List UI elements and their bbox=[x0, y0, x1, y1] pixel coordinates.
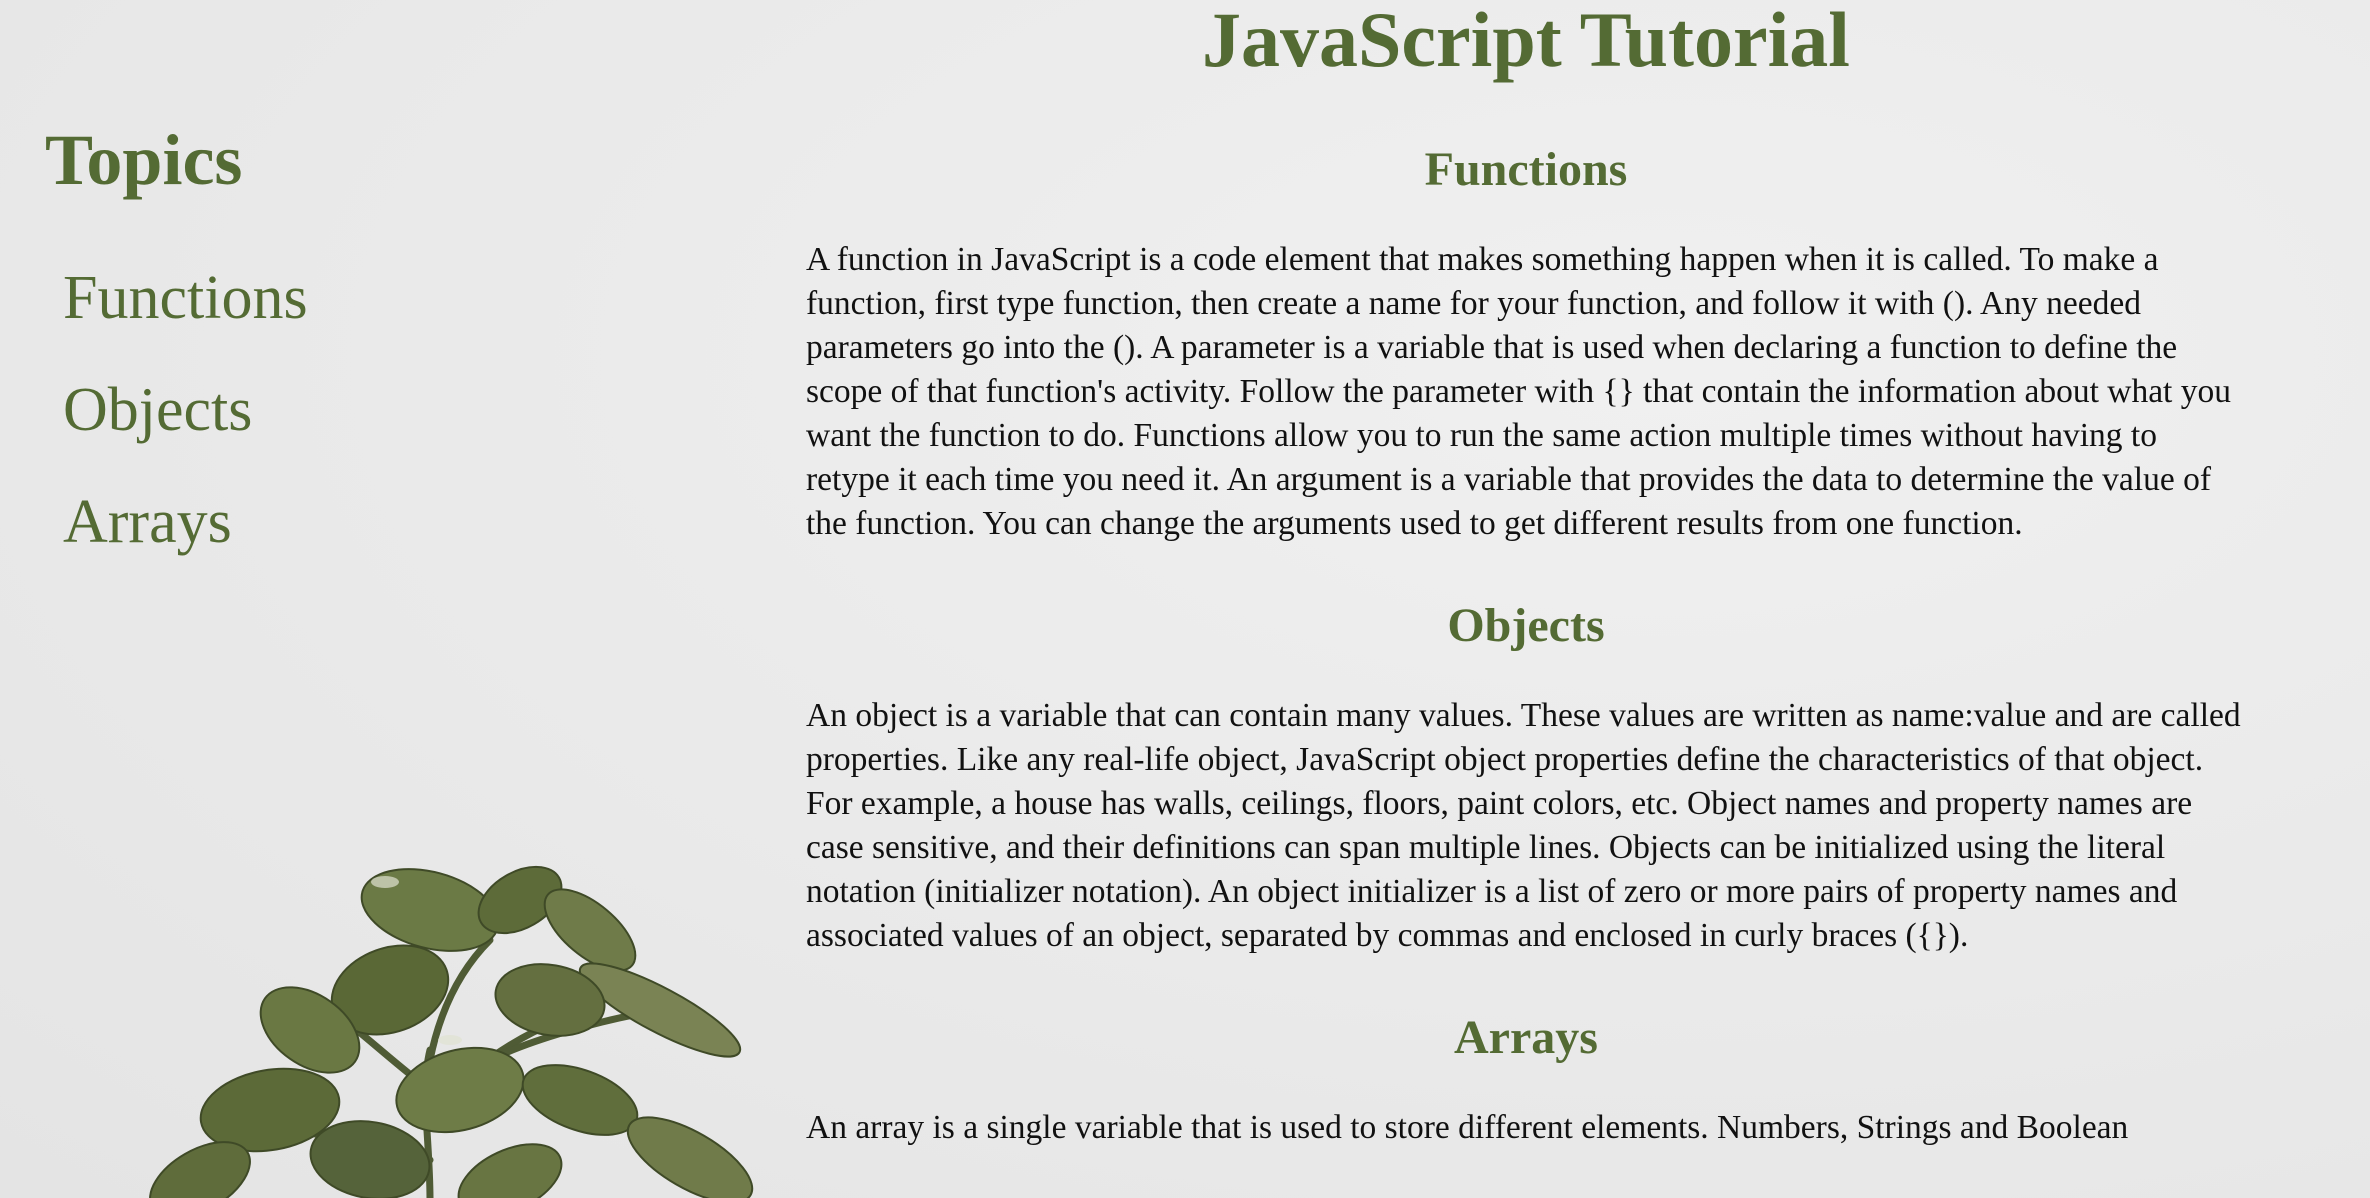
section-objects: Objects An object is a variable that can… bbox=[806, 586, 2246, 958]
sidebar-item-functions: Functions bbox=[45, 242, 745, 354]
sidebar-item-objects: Objects bbox=[45, 354, 745, 466]
section-text-objects: An object is a variable that can contain… bbox=[806, 697, 2241, 954]
sidebar-link-functions[interactable]: Functions bbox=[63, 242, 308, 354]
section-functions: Functions A function in JavaScript is a … bbox=[806, 130, 2246, 546]
page: JavaScript Tutorial Topics Functions Obj… bbox=[0, 0, 2370, 1198]
sidebar: Topics Functions Objects Arrays bbox=[45, 115, 745, 578]
sidebar-list: Functions Objects Arrays bbox=[45, 242, 745, 578]
section-title-arrays: Arrays bbox=[1454, 1011, 1598, 1064]
sidebar-item-arrays: Arrays bbox=[45, 466, 745, 578]
page-title: JavaScript Tutorial bbox=[1202, 0, 1850, 83]
section-text-arrays: An array is a single variable that is us… bbox=[806, 1109, 2129, 1146]
sidebar-link-arrays[interactable]: Arrays bbox=[63, 466, 232, 578]
plant-image bbox=[149, 865, 754, 1198]
sidebar-link-objects[interactable]: Objects bbox=[63, 354, 252, 466]
section-text-functions: A function in JavaScript is a code eleme… bbox=[806, 241, 2231, 542]
main-content: Functions A function in JavaScript is a … bbox=[806, 130, 2246, 1150]
section-title-objects: Objects bbox=[1447, 599, 1605, 652]
section-title-functions: Functions bbox=[1424, 143, 1628, 196]
section-arrays: Arrays An array is a single variable tha… bbox=[806, 998, 2246, 1150]
sidebar-title: Topics bbox=[45, 120, 243, 200]
